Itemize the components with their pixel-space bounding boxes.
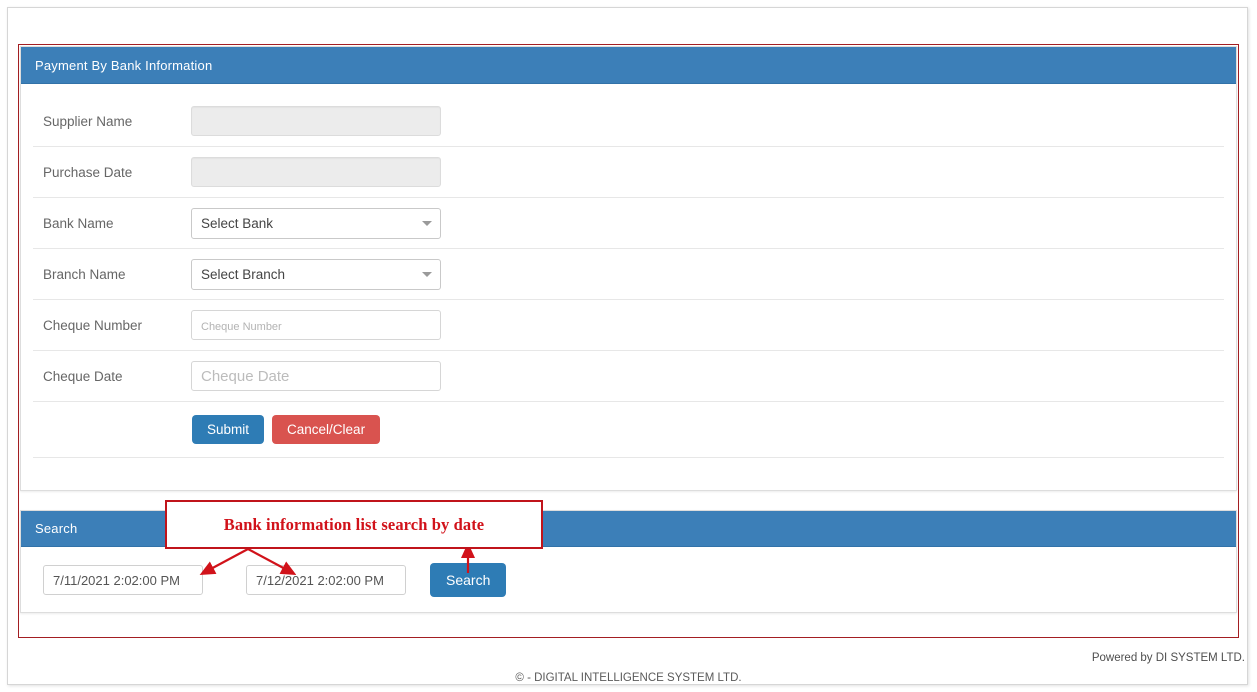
app-page: Payment By Bank Information Supplier Nam… bbox=[0, 0, 1257, 692]
label-purchase-date: Purchase Date bbox=[43, 164, 133, 180]
search-button[interactable]: Search bbox=[430, 563, 507, 597]
form-row-branch-name: Branch Name Select Branch bbox=[33, 249, 1224, 300]
field-branch-name-wrap: Select Branch bbox=[191, 258, 441, 290]
bank-name-select-wrap: Select Bank bbox=[191, 207, 441, 239]
copyright-label: © - DIGITAL INTELLIGENCE SYSTEM LTD. bbox=[515, 672, 742, 684]
form-row-bank-name: Bank Name Select Bank bbox=[33, 198, 1224, 249]
label-bank-name: Bank Name bbox=[43, 215, 114, 231]
form-row-cheque-date: Cheque Date bbox=[33, 351, 1224, 402]
cancel-clear-button[interactable]: Cancel/Clear bbox=[272, 414, 381, 445]
search-to-date-input[interactable] bbox=[246, 565, 406, 595]
field-cheque-number-wrap bbox=[191, 310, 441, 340]
payment-panel-body: Supplier Name Purchase Date Bank Name Se… bbox=[21, 96, 1236, 458]
form-row-supplier-name: Supplier Name bbox=[33, 96, 1224, 147]
bank-name-select[interactable]: Select Bank bbox=[191, 207, 441, 239]
payment-panel-title: Payment By Bank Information bbox=[35, 57, 213, 73]
submit-button[interactable]: Submit bbox=[192, 414, 265, 445]
search-from-date-input[interactable] bbox=[43, 565, 203, 595]
form-row-cheque-number: Cheque Number bbox=[33, 300, 1224, 351]
annotation-callout-text: Bank information list search by date bbox=[223, 514, 485, 534]
form-row-purchase-date: Purchase Date bbox=[33, 147, 1224, 198]
search-panel-title: Search bbox=[35, 521, 78, 536]
form-actions-row: Submit Cancel/Clear bbox=[33, 402, 1224, 458]
payment-by-bank-panel: Payment By Bank Information Supplier Nam… bbox=[20, 46, 1237, 491]
field-supplier-name-wrap bbox=[191, 106, 441, 136]
payment-panel-header: Payment By Bank Information bbox=[21, 47, 1236, 84]
cheque-date-input[interactable] bbox=[191, 361, 441, 391]
label-cheque-number: Cheque Number bbox=[43, 317, 143, 333]
label-branch-name: Branch Name bbox=[43, 266, 126, 282]
search-panel-body: Search bbox=[21, 547, 1236, 597]
powered-by-label: Powered by DI SYSTEM LTD. bbox=[1091, 652, 1245, 664]
label-cheque-date: Cheque Date bbox=[43, 368, 123, 384]
field-purchase-date-wrap bbox=[191, 157, 441, 187]
purchase-date-input[interactable] bbox=[191, 157, 441, 187]
annotation-callout: Bank information list search by date bbox=[165, 500, 543, 549]
supplier-name-input[interactable] bbox=[191, 106, 441, 136]
branch-name-select[interactable]: Select Branch bbox=[191, 258, 441, 290]
cheque-number-input[interactable] bbox=[191, 310, 441, 340]
field-cheque-date-wrap bbox=[191, 361, 441, 391]
branch-name-select-wrap: Select Branch bbox=[191, 258, 441, 290]
label-supplier-name: Supplier Name bbox=[43, 113, 133, 129]
field-bank-name-wrap: Select Bank bbox=[191, 207, 441, 239]
